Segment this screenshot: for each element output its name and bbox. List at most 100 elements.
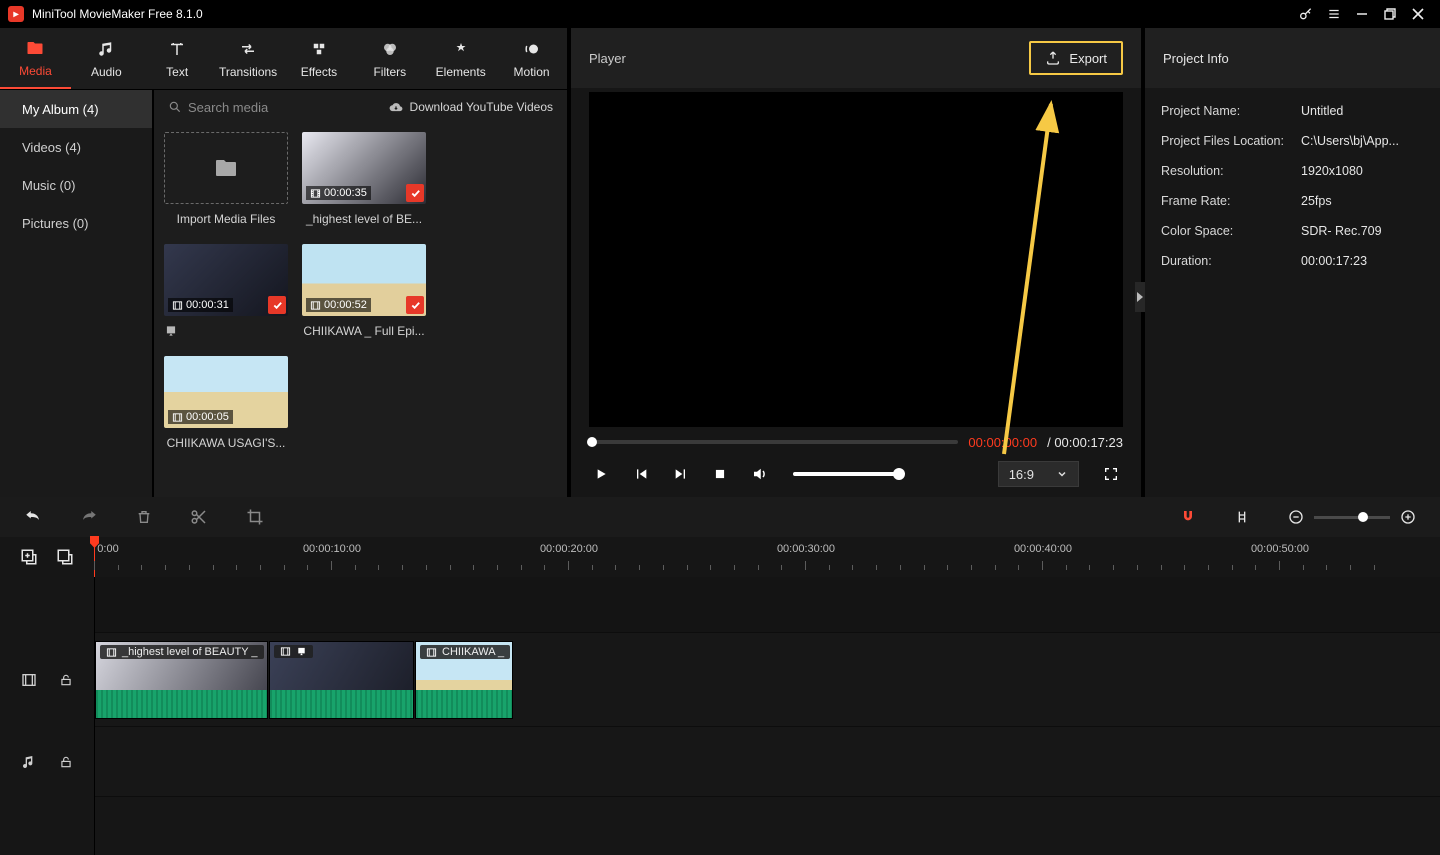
info-key: Duration: <box>1161 254 1301 268</box>
add-track-button[interactable] <box>20 548 38 566</box>
video-track-icon <box>21 672 37 688</box>
stop-button[interactable] <box>713 467 727 481</box>
ribbon-label: Filters <box>373 65 406 79</box>
menu-icon[interactable] <box>1320 0 1348 28</box>
timeline-clip[interactable] <box>269 641 414 719</box>
redo-button[interactable] <box>80 508 98 526</box>
split-button[interactable] <box>190 508 208 526</box>
film-icon <box>172 300 183 311</box>
ribbon-label: Elements <box>436 65 486 79</box>
ruler-label: 00:00:30:00 <box>777 543 835 555</box>
export-button[interactable]: Export <box>1029 41 1123 75</box>
audio-track-lane[interactable] <box>95 727 1440 797</box>
time-total: / 00:00:17:23 <box>1047 435 1123 450</box>
ribbon-filters[interactable]: Filters <box>354 28 425 89</box>
film-icon <box>310 188 321 199</box>
timeline-clip[interactable]: _highest level of BEAUTY _ <box>95 641 268 719</box>
film-icon <box>106 647 117 658</box>
info-value: C:\Users\bj\App... <box>1301 134 1399 148</box>
tile-caption: Import Media Files <box>164 212 288 230</box>
license-key-icon[interactable] <box>1292 0 1320 28</box>
track-manager-button[interactable] <box>56 548 74 566</box>
ribbon-motion[interactable]: Motion <box>496 28 567 89</box>
info-value: 25fps <box>1301 194 1332 208</box>
next-frame-button[interactable] <box>673 466 689 482</box>
ribbon-audio[interactable]: Audio <box>71 28 142 89</box>
media-tile[interactable]: 00:00:05 CHIIKAWA USAGI'S... <box>164 356 288 454</box>
clip-label: CHIIKAWA _ <box>442 646 504 658</box>
fullscreen-button[interactable] <box>1103 466 1119 482</box>
export-icon <box>1045 50 1061 66</box>
info-key: Project Name: <box>1161 104 1301 118</box>
volume-slider[interactable] <box>793 472 903 476</box>
import-tile[interactable]: Import Media Files <box>164 132 288 230</box>
film-icon <box>280 646 291 657</box>
info-key: Project Files Location: <box>1161 134 1301 148</box>
zoom-slider[interactable] <box>1314 516 1390 519</box>
cat-my-album[interactable]: My Album (4) <box>0 90 152 128</box>
zoom-out-button[interactable] <box>1288 509 1304 525</box>
ribbon-media[interactable]: Media <box>0 28 71 89</box>
media-tile[interactable]: 00:00:31 <box>164 244 288 342</box>
app-logo: ▸ <box>8 6 24 22</box>
app-title: MiniTool MovieMaker Free 8.1.0 <box>32 7 203 21</box>
cat-videos[interactable]: Videos (4) <box>0 128 152 166</box>
ribbon-transitions[interactable]: Transitions <box>213 28 284 89</box>
audio-track-icon <box>21 754 37 770</box>
lock-icon[interactable] <box>59 672 73 688</box>
duration: 00:00:52 <box>324 299 367 311</box>
tile-caption: _highest level of BE... <box>302 212 426 230</box>
caption-icon <box>164 324 178 338</box>
ruler-label: 00:00:10:00 <box>303 543 361 555</box>
ribbon-effects[interactable]: Effects <box>284 28 355 89</box>
time-ruler[interactable]: 0:00 00:00:10:00 00:00:20:00 00:00:30:00… <box>94 537 1440 577</box>
close-button[interactable] <box>1404 0 1432 28</box>
seek-bar[interactable] <box>589 440 958 444</box>
search-media[interactable]: Search media <box>168 100 268 115</box>
search-icon <box>168 100 182 114</box>
ribbon-text[interactable]: Text <box>142 28 213 89</box>
ribbon-label: Audio <box>91 65 122 79</box>
info-key: Color Space: <box>1161 224 1301 238</box>
ribbon-label: Transitions <box>219 65 277 79</box>
delete-button[interactable] <box>136 508 152 526</box>
player-viewport[interactable] <box>589 92 1123 427</box>
cat-music[interactable]: Music (0) <box>0 166 152 204</box>
collapse-info-panel[interactable] <box>1135 282 1145 312</box>
checkmark-icon <box>406 184 424 202</box>
lock-icon[interactable] <box>59 754 73 770</box>
volume-icon[interactable] <box>751 465 769 483</box>
play-button[interactable] <box>593 466 609 482</box>
undo-button[interactable] <box>24 508 42 526</box>
timeline-clip[interactable]: CHIIKAWA _ <box>415 641 513 719</box>
info-value: 00:00:17:23 <box>1301 254 1367 268</box>
aspect-ratio-select[interactable]: 16:9 <box>998 461 1079 487</box>
download-youtube[interactable]: Download YouTube Videos <box>388 100 553 114</box>
category-list: My Album (4) Videos (4) Music (0) Pictur… <box>0 90 154 497</box>
minimize-button[interactable] <box>1348 0 1376 28</box>
cat-pictures[interactable]: Pictures (0) <box>0 204 152 242</box>
duration: 00:00:05 <box>186 411 229 423</box>
video-track-lane[interactable]: _highest level of BEAUTY _ CHIIKAWA _ <box>95 633 1440 727</box>
cloud-download-icon <box>388 100 404 114</box>
zoom-in-button[interactable] <box>1400 509 1416 525</box>
media-tile[interactable]: 00:00:52 CHIIKAWA _ Full Epi... <box>302 244 426 342</box>
crop-button[interactable] <box>246 508 264 526</box>
ruler-label: 00:00:20:00 <box>540 543 598 555</box>
maximize-button[interactable] <box>1376 0 1404 28</box>
info-value: SDR- Rec.709 <box>1301 224 1382 238</box>
media-tile[interactable]: 00:00:35 _highest level of BE... <box>302 132 426 230</box>
project-info: Project Name:Untitled Project Files Loca… <box>1145 88 1440 284</box>
ribbon-elements[interactable]: Elements <box>425 28 496 89</box>
ribbon-label: Motion <box>514 65 550 79</box>
magnet-button[interactable] <box>1180 509 1196 525</box>
link-tracks-button[interactable] <box>1234 508 1250 526</box>
prev-frame-button[interactable] <box>633 466 649 482</box>
ribbon-label: Effects <box>301 65 337 79</box>
ribbon-label: Text <box>166 65 188 79</box>
tile-caption: CHIIKAWA USAGI'S... <box>164 436 288 454</box>
info-key: Frame Rate: <box>1161 194 1301 208</box>
project-info-title: Project Info <box>1145 28 1440 88</box>
ruler-label: 0:00 <box>97 543 118 555</box>
ribbon-label: Media <box>19 64 52 78</box>
